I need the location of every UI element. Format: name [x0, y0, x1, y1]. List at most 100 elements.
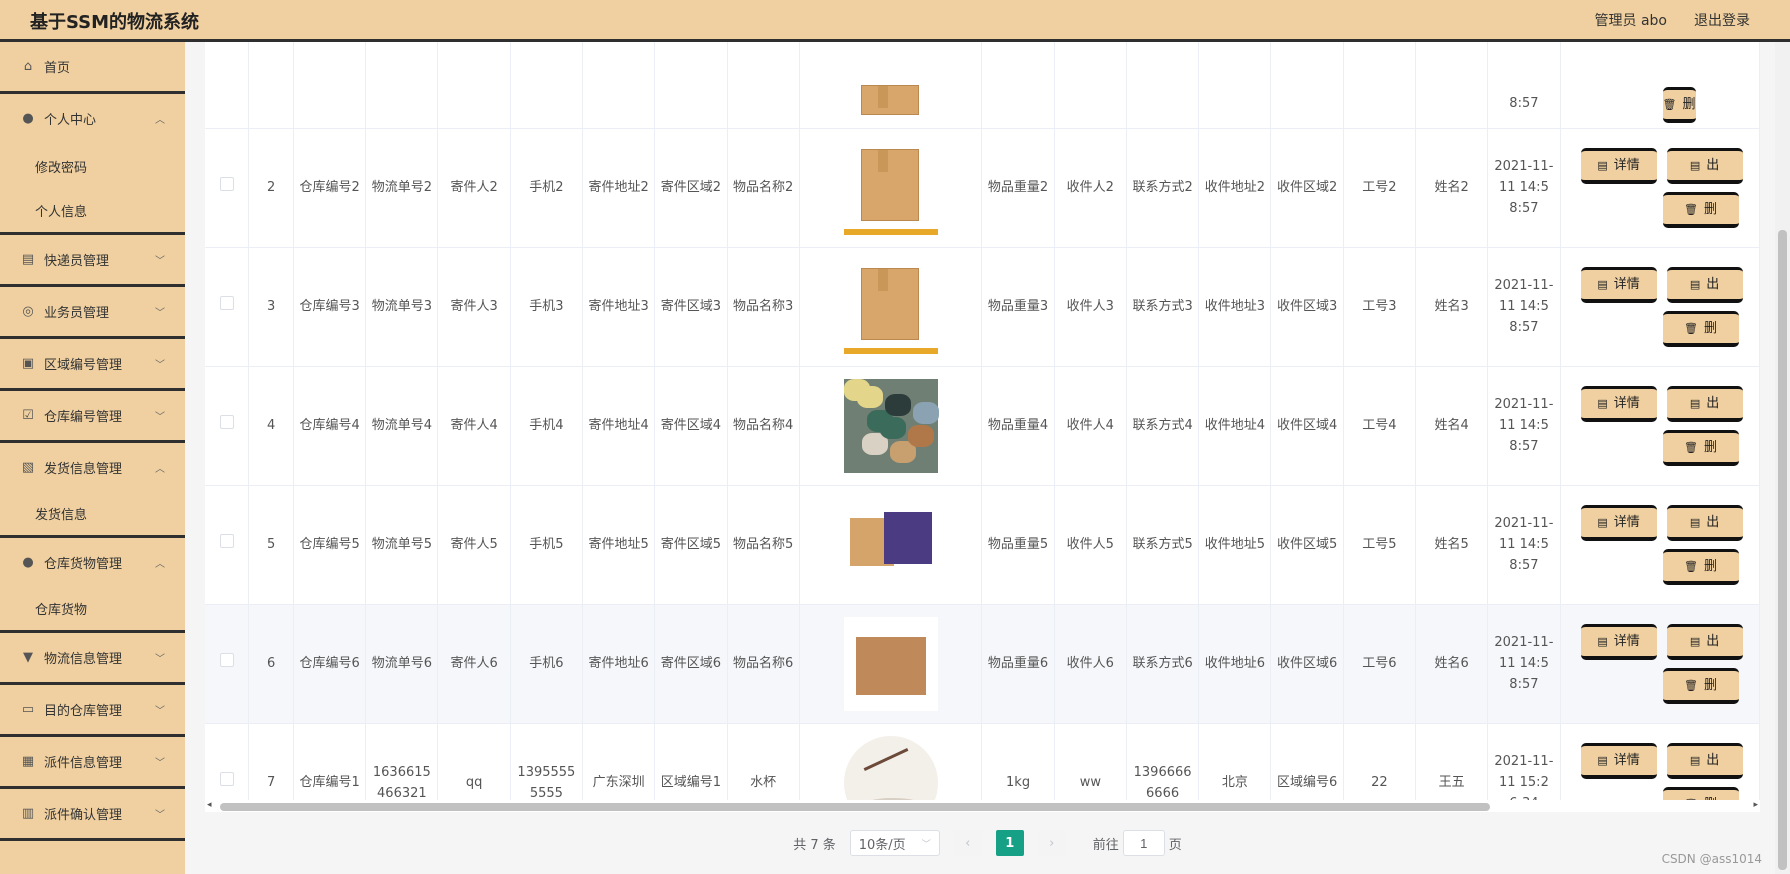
detail-button[interactable]: ▤ 详情 — [1580, 742, 1657, 779]
sidebar-item-personal-center[interactable]: ● 个人中心 ︿ — [0, 94, 185, 143]
delete-button[interactable]: 🗑删 — [1662, 548, 1739, 585]
cardboard-box-image — [843, 84, 938, 115]
row-checkbox-cell[interactable] — [205, 247, 250, 367]
row-checkbox-cell[interactable] — [205, 128, 250, 248]
outbound-button[interactable]: ▤ 出 — [1666, 623, 1743, 660]
actions-cell: ▤详情▤出🗑删 — [1560, 723, 1760, 812]
sidebar-item-shipping-info-management[interactable]: ▧ 发货信息管理 ︿ — [0, 443, 185, 492]
sidebar-item-area-code-management[interactable]: ▣ 区域编号管理 ﹀ — [0, 339, 185, 391]
delete-button[interactable]: 🗑删 — [1662, 429, 1739, 466]
delete-button[interactable]: 🗑删 — [1662, 191, 1739, 228]
delete-button[interactable]: 🗑删 — [1662, 310, 1739, 347]
vertical-scroll-thumb[interactable] — [1778, 230, 1787, 870]
sidebar-subitem-change-password[interactable]: 修改密码 — [0, 143, 185, 189]
phone-cell: 手机6 — [510, 604, 584, 724]
sender-area-cell: 寄件区域3 — [654, 247, 728, 367]
sender-cell: 寄件人6 — [437, 604, 511, 724]
chevron-down-icon: ﹀ — [155, 256, 165, 267]
delete-button[interactable]: 🗑删 — [1662, 86, 1696, 123]
receiver-area-cell: 收件区域5 — [1270, 485, 1344, 605]
job-no-cell: 工号3 — [1343, 247, 1417, 367]
row-checkbox[interactable] — [219, 653, 234, 667]
sidebar-subitem-shipping-info[interactable]: 发货信息 — [0, 492, 185, 538]
row-number-cell: 2 — [248, 128, 294, 248]
receiver-addr-cell: 收件地址6 — [1198, 604, 1272, 724]
chevron-down-icon: ﹀ — [921, 839, 931, 850]
outbound-button[interactable]: ▤ 出 — [1666, 742, 1743, 779]
vertical-scrollbar[interactable] — [1775, 42, 1790, 874]
sidebar-item-warehouse-code-management[interactable]: ☑ 仓库编号管理 ﹀ — [0, 391, 185, 443]
row-checkbox[interactable] — [219, 534, 234, 548]
detail-button[interactable]: ▤ 详情 — [1580, 385, 1657, 422]
total-count: 共 7 条 — [793, 837, 836, 853]
scroll-left-icon[interactable]: ◂ — [207, 800, 212, 810]
sidebar-item-home[interactable]: ⌂ 首页 — [0, 42, 185, 94]
page-size-select[interactable]: 10条/页 ﹀ — [849, 830, 940, 856]
delete-button[interactable]: 🗑删 — [1662, 667, 1739, 704]
sidebar-item-destination-warehouse-management[interactable]: ▭ 目的仓库管理 ﹀ — [0, 685, 185, 737]
row-checkbox[interactable] — [219, 177, 234, 191]
chart-icon: ▧ — [21, 460, 35, 475]
prev-page-button[interactable]: ‹ — [953, 830, 982, 856]
user-icon: ● — [22, 111, 34, 126]
detail-button[interactable]: ▤ 详情 — [1580, 266, 1657, 303]
row-checkbox[interactable] — [219, 296, 234, 310]
bars-icon: ▥ — [21, 806, 35, 821]
table-row: 8:57 🗑 删 — [205, 42, 1760, 129]
sidebar-item-warehouse-goods-management[interactable]: ● 仓库货物管理 ︿ — [0, 538, 185, 587]
item-name-cell: 物品名称6 — [727, 604, 800, 724]
sidebar-item-label: 快递员管理 — [44, 254, 110, 269]
date-cell: 8:57 — [1487, 42, 1561, 129]
outbound-button[interactable]: ▤ 出 — [1666, 385, 1743, 422]
goto-page-input[interactable] — [1122, 830, 1165, 856]
row-number-cell: 5 — [248, 485, 294, 605]
chevron-up-icon: ︿ — [155, 559, 165, 570]
chevron-down-icon: ﹀ — [155, 810, 165, 821]
row-checkbox-cell[interactable] — [205, 366, 250, 486]
detail-button[interactable]: ▤ 详情 — [1580, 504, 1657, 541]
receiver-area-cell: 收件区域3 — [1270, 247, 1344, 367]
detail-button[interactable]: ▤ 详情 — [1580, 147, 1657, 184]
job-no-cell: 工号4 — [1343, 366, 1417, 486]
document-icon: ▤ — [1597, 158, 1608, 172]
row-checkbox[interactable] — [219, 772, 234, 786]
outbound-button[interactable]: ▤ 出 — [1666, 504, 1743, 541]
item-name-cell: 物品名称3 — [727, 247, 800, 367]
horizontal-scroll-thumb[interactable] — [220, 803, 1490, 811]
row-checkbox[interactable] — [219, 415, 234, 429]
row-checkbox-cell[interactable] — [205, 42, 250, 129]
cardboard-box-image — [843, 140, 938, 235]
data-table: 8:57 🗑 删 2 仓库编号2 物流单号2 寄件人2 手机2 寄件地址2 寄件区域2 物品名称… — [205, 42, 1760, 812]
scroll-right-icon[interactable]: ▸ — [1753, 800, 1758, 810]
warehouse-cell: 仓库编号5 — [293, 485, 367, 605]
row-checkbox-cell[interactable] — [205, 723, 250, 812]
sidebar-item-logistics-info-management[interactable]: ▼ 物流信息管理 ﹀ — [0, 633, 185, 685]
trash-icon: 🗑 — [1684, 678, 1698, 692]
sidebar-item-dispatch-info-management[interactable]: ▦ 派件信息管理 ﹀ — [0, 737, 185, 789]
sidebar-item-courier-management[interactable]: ▤ 快递员管理 ﹀ — [0, 235, 185, 287]
sidebar-item-salesman-management[interactable]: ◎ 业务员管理 ﹀ — [0, 287, 185, 339]
horizontal-scrollbar[interactable]: ◂ ▸ — [205, 800, 1760, 812]
contact-cell: 联系方式2 — [1126, 128, 1200, 248]
sidebar-subitem-personal-info[interactable]: 个人信息 — [0, 189, 185, 235]
detail-button[interactable]: ▤ 详情 — [1580, 623, 1657, 660]
row-checkbox-cell[interactable] — [205, 485, 250, 605]
logout-button[interactable]: 退出登录 — [1694, 10, 1750, 30]
sidebar-item-dispatch-confirm-management[interactable]: ▥ 派件确认管理 ﹀ — [0, 789, 185, 841]
sender-cell: 寄件人2 — [437, 128, 511, 248]
row-checkbox-cell[interactable] — [205, 604, 250, 724]
goto-suffix: 页 — [1168, 837, 1182, 853]
monitor-icon: ▭ — [21, 702, 35, 717]
outbound-button[interactable]: ▤ 出 — [1666, 266, 1743, 303]
pagination: 共 7 条 10条/页 ﹀ ‹ 1 › 前往 页 — [185, 823, 1790, 863]
outbound-button[interactable]: ▤ 出 — [1666, 147, 1743, 184]
current-page-button[interactable]: 1 — [995, 830, 1024, 856]
briefcase-icon: ▣ — [21, 356, 35, 371]
sender-area-cell: 寄件区域4 — [654, 366, 728, 486]
next-page-button[interactable]: › — [1037, 830, 1066, 856]
date-cell: 2021-11-11 14:58:57 — [1487, 485, 1561, 605]
contact-cell: 联系方式4 — [1126, 366, 1200, 486]
sidebar-subitem-warehouse-goods[interactable]: 仓库货物 — [0, 587, 185, 633]
weight-cell: 物品重量6 — [981, 604, 1055, 724]
receiver-addr-cell: 北京 — [1198, 723, 1272, 812]
